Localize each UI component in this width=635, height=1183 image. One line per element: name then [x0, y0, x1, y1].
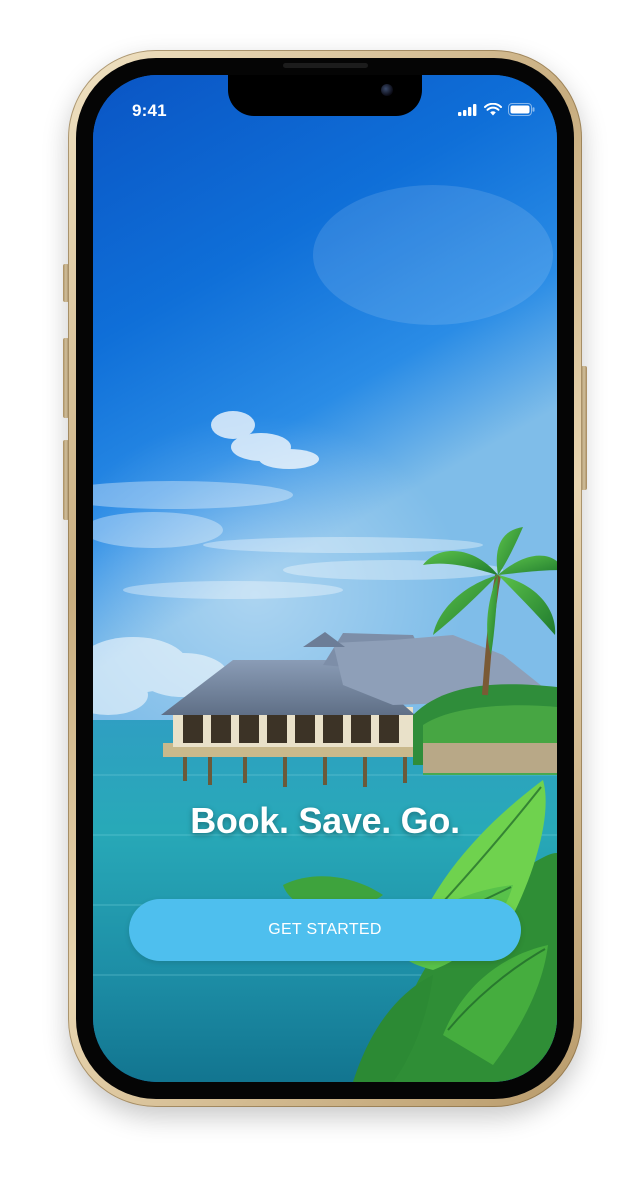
notch [228, 75, 422, 116]
battery-icon [508, 103, 535, 116]
device-mockup: 9:41 Book. Save. Go. GET STARTED [0, 0, 635, 1183]
earpiece-speaker [283, 63, 368, 68]
status-bar-icons [458, 103, 535, 116]
onboarding-screen: 9:41 Book. Save. Go. GET STARTED [93, 75, 557, 1082]
status-bar-time: 9:41 [132, 101, 167, 120]
onboarding-headline: Book. Save. Go. [190, 800, 460, 841]
wifi-icon [484, 103, 502, 116]
get-started-button[interactable]: GET STARTED [129, 899, 521, 961]
front-camera-icon [381, 84, 393, 96]
cellular-signal-icon [458, 103, 477, 116]
